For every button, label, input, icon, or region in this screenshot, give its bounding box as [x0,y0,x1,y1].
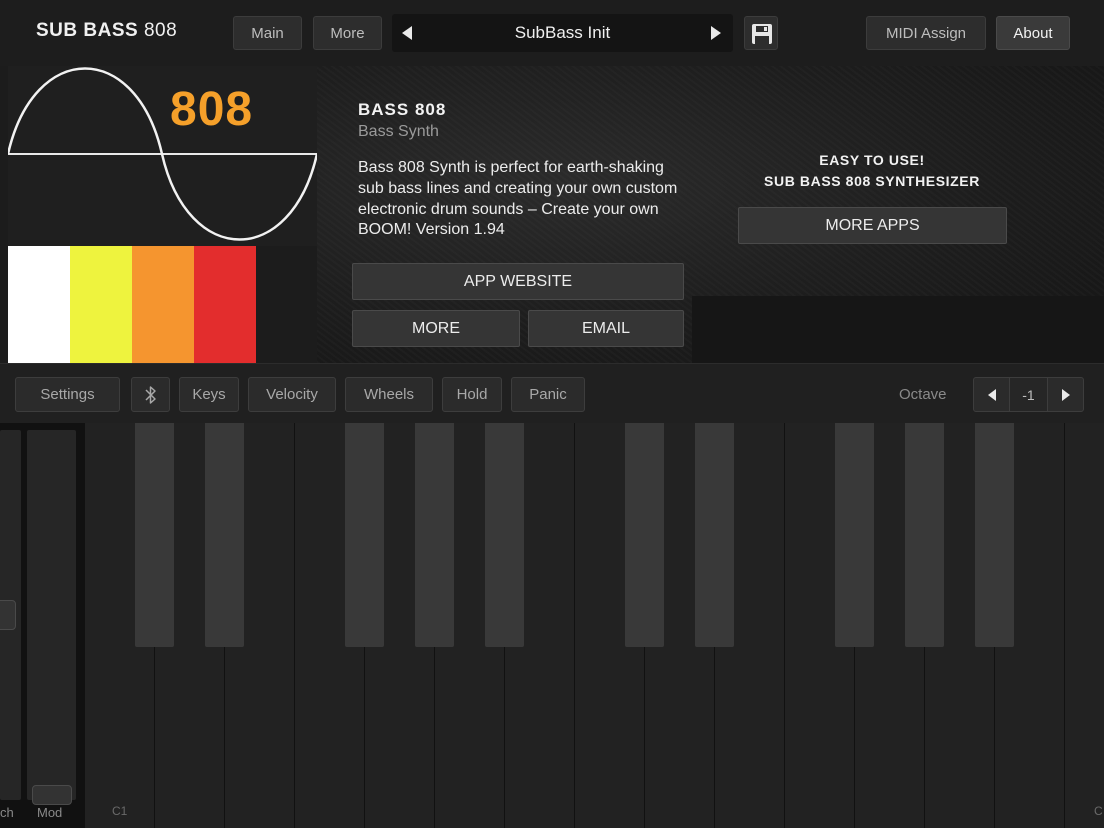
black-key-f-sharp-2[interactable] [835,423,874,647]
white-key-c3[interactable] [1065,423,1104,828]
midi-assign-button[interactable]: MIDI Assign [866,16,986,50]
top-bar: SUB BASS 808 Main More SubBass Init MIDI… [0,0,1104,66]
app-title-bold: SUB BASS [36,20,139,41]
black-key-a-sharp-2[interactable] [975,423,1014,647]
preset-selector: SubBass Init [392,14,733,52]
octave-value-display: -1 [1010,377,1047,412]
velocity-button[interactable]: Velocity [248,377,336,412]
black-key-d-sharp-2[interactable] [695,423,734,647]
settings-button[interactable]: Settings [15,377,120,412]
key-label-c1: C1 [112,804,128,818]
more-apps-button[interactable]: MORE APPS [738,207,1007,244]
octave-label: Octave [899,386,947,403]
black-key-c-sharp-1[interactable] [135,423,174,647]
sine-wave-icon [8,67,317,241]
more-menu-button[interactable]: More [313,16,382,50]
logo-panel: 808 [8,66,317,246]
promo-text: EASY TO USE! SUB BASS 808 SYNTHESIZER [717,150,1027,192]
product-title: BASS 808 [358,100,447,119]
pitch-wheel-handle[interactable] [0,600,16,630]
preset-name[interactable]: SubBass Init [432,14,693,52]
pitch-wheel[interactable] [0,430,21,800]
mod-wheel-handle[interactable] [32,785,72,805]
mod-wheel-label: Mod [37,805,63,820]
save-preset-button[interactable] [744,16,778,50]
orange-stripe [132,246,194,363]
panel-shadow [692,296,1104,363]
app-website-button[interactable]: APP WEBSITE [352,263,684,300]
black-key-f-sharp-1[interactable] [345,423,384,647]
octave-value: -1 [1022,386,1035,403]
wheels-button[interactable]: Wheels [345,377,433,412]
octave-up-icon [1061,388,1070,401]
keyboard-toolbar: Settings Keys Velocity Wheels Hold Panic… [0,363,1104,423]
bluetooth-icon [144,385,156,404]
color-stripes [8,246,256,363]
hold-button[interactable]: Hold [442,377,502,412]
yellow-stripe [70,246,132,363]
promo-line-2: SUB BASS 808 SYNTHESIZER [764,173,980,189]
key-label-c2: C [1094,804,1103,818]
main-button[interactable]: Main [233,16,302,50]
octave-down-icon [987,388,996,401]
app-title: SUB BASS 808 [36,20,177,42]
about-panel: BASS 808 Bass Synth Bass 808 Synth is pe… [317,66,1104,363]
logo-808-text: 808 [170,83,254,136]
white-stripe [8,246,70,363]
piano-keyboard: ch Mod C1 C [0,423,1104,828]
app-title-number: 808 [143,20,178,41]
more-info-button[interactable]: MORE [352,310,520,347]
product-description: Bass 808 Synth is perfect for earth-shak… [358,159,678,239]
bluetooth-button[interactable] [131,377,170,412]
floppy-disk-icon [752,24,772,44]
next-preset-icon[interactable] [711,26,721,40]
black-key-d-sharp-1[interactable] [205,423,244,647]
black-key-c-sharp-2[interactable] [625,423,664,647]
email-button[interactable]: EMAIL [528,310,684,347]
black-key-g-sharp-1[interactable] [415,423,454,647]
black-key-g-sharp-2[interactable] [905,423,944,647]
about-button[interactable]: About [996,16,1070,50]
panic-button[interactable]: Panic [511,377,585,412]
previous-preset-icon[interactable] [402,26,412,40]
product-subtitle: Bass Synth [358,123,439,140]
promo-line-1: EASY TO USE! [819,152,925,168]
pitch-wheel-label: ch [0,805,14,820]
red-stripe [194,246,256,363]
black-key-a-sharp-1[interactable] [485,423,524,647]
keys-button[interactable]: Keys [179,377,239,412]
octave-down-button[interactable] [973,377,1010,412]
mod-wheel[interactable] [27,430,76,805]
octave-up-button[interactable] [1047,377,1084,412]
